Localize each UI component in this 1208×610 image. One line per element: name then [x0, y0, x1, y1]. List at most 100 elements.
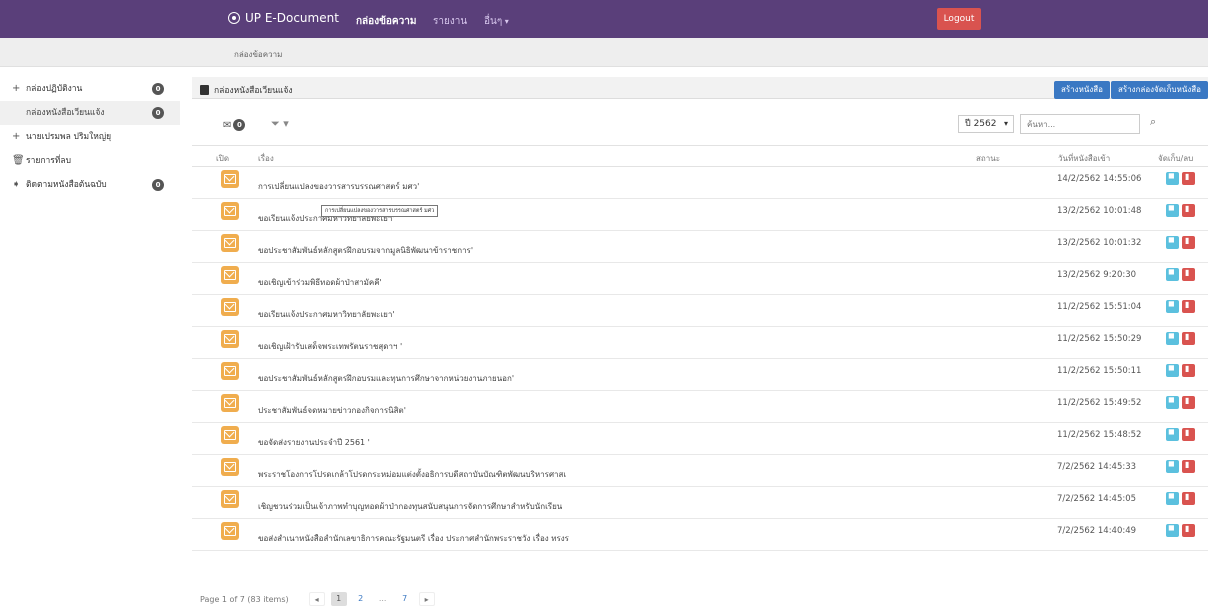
- page-button[interactable]: 2: [353, 592, 369, 606]
- delete-icon[interactable]: [1182, 524, 1195, 537]
- search-icon[interactable]: ⌕: [1150, 115, 1156, 129]
- delete-icon[interactable]: [1182, 396, 1195, 409]
- save-icon[interactable]: [1166, 267, 1179, 281]
- filter-icon[interactable]: ⏷ ▾: [271, 117, 289, 131]
- sidebar-item-label: รายการที่ลบ: [26, 156, 72, 166]
- save-icon[interactable]: [1166, 363, 1179, 377]
- page-button[interactable]: 1: [330, 592, 347, 606]
- sidebar-item-label: กล่องหนังสือเวียนแจ้ง: [26, 108, 105, 118]
- delete-icon[interactable]: [1182, 332, 1195, 345]
- table-row[interactable]: พระราชโองการโปรดเกล้าโปรดกระหม่อมแต่งตั้…: [192, 455, 1208, 487]
- delete-icon[interactable]: [1182, 428, 1195, 441]
- open-envelope-icon[interactable]: [221, 298, 239, 316]
- delete-icon[interactable]: [1182, 300, 1195, 313]
- open-envelope-icon[interactable]: [221, 362, 239, 380]
- search-input[interactable]: [1020, 114, 1140, 134]
- sidebar: + กล่องปฏิบัติงาน 0 กล่องหนังสือเวียนแจ้…: [0, 77, 180, 197]
- sidebar-item-user[interactable]: + นายเปรมพล ปริมใหญ่ยุ: [0, 125, 180, 149]
- save-icon[interactable]: [1166, 427, 1179, 441]
- table-row[interactable]: ขอเชิญเฝ้ารับเสด็จพระเทพรัตนราชสุดาฯ ' 11…: [192, 327, 1208, 359]
- envelope-icon: ✉: [223, 119, 232, 131]
- save-icon[interactable]: [1166, 459, 1179, 473]
- delete-icon[interactable]: [1182, 236, 1195, 249]
- open-envelope-icon[interactable]: [221, 490, 239, 508]
- delete-icon[interactable]: [1182, 268, 1195, 281]
- mail-count[interactable]: ✉ 0: [223, 119, 246, 131]
- open-envelope-icon[interactable]: [221, 202, 239, 220]
- pager-info: Page 1 of 7 (83 items): [200, 594, 289, 604]
- delete-icon[interactable]: [1182, 172, 1195, 185]
- open-envelope-icon[interactable]: [221, 394, 239, 412]
- row-subject[interactable]: ขอประชาสัมพันธ์หลักสูตรฝึกอบรมจากมูลนิธิ…: [258, 244, 473, 257]
- save-icon[interactable]: [1166, 331, 1179, 345]
- row-subject[interactable]: การเปลี่ยนแปลงของวารสารบรรณศาสตร์ มศว': [258, 180, 419, 193]
- save-icon[interactable]: [1166, 523, 1179, 537]
- target-icon: [228, 12, 240, 24]
- page-ellipsis: ...: [378, 594, 387, 603]
- count-badge: 0: [152, 83, 164, 95]
- table-row[interactable]: ขอประชาสัมพันธ์หลักสูตรฝึกอบรมและทุนการศ…: [192, 359, 1208, 391]
- open-envelope-icon[interactable]: [221, 458, 239, 476]
- row-subject[interactable]: ประชาสัมพันธ์จดหมายข่าวกองกิจการนิสิต': [258, 404, 406, 417]
- sidebar-item-deleted[interactable]: 🗑 รายการที่ลบ: [0, 149, 180, 173]
- year-select[interactable]: ปี 2562: [958, 115, 1014, 133]
- delete-icon[interactable]: [1182, 364, 1195, 377]
- table-row[interactable]: เชิญชวนร่วมเป็นเจ้าภาพทำบุญทอดผ้าป่ากองท…: [192, 487, 1208, 519]
- row-subject[interactable]: ขอเชิญเฝ้ารับเสด็จพระเทพรัตนราชสุดาฯ ': [258, 340, 402, 353]
- save-icon[interactable]: [1166, 491, 1179, 505]
- open-envelope-icon[interactable]: [221, 266, 239, 284]
- logout-button[interactable]: Logout: [937, 8, 981, 30]
- save-icon[interactable]: [1166, 171, 1179, 185]
- table-row[interactable]: ประชาสัมพันธ์จดหมายข่าวกองกิจการนิสิต' 11…: [192, 391, 1208, 423]
- create-document-button[interactable]: สร้างหนังสือ: [1054, 81, 1110, 99]
- row-subject[interactable]: ขอเรียนแจ้งประกาศมหาวิทยาลัยพะเยา': [258, 308, 395, 321]
- open-envelope-icon[interactable]: [221, 522, 239, 540]
- sidebar-item-track-original[interactable]: ➧ ติดตามหนังสือต้นฉบับ 0: [0, 173, 180, 197]
- page-button[interactable]: 7: [397, 592, 413, 606]
- row-subject[interactable]: ขอเชิญเข้าร่วมพิธีทอดผ้าป่าสามัคคี': [258, 276, 382, 289]
- row-subject[interactable]: ขอจัดส่งรายงานประจำปี 2561 ': [258, 436, 370, 449]
- row-date: 13/2/2562 10:01:48: [1057, 206, 1142, 216]
- open-envelope-icon[interactable]: [221, 330, 239, 348]
- delete-icon[interactable]: [1182, 204, 1195, 217]
- row-subject[interactable]: ขอประชาสัมพันธ์หลักสูตรฝึกอบรมและทุนการศ…: [258, 372, 514, 385]
- col-header-open: เปิด: [216, 154, 230, 163]
- book-icon: [200, 85, 209, 95]
- breadcrumb-bar: กล่องข้อความ: [0, 38, 1208, 67]
- panel-header: กล่องหนังสือเวียนแจ้ง สร้างหนังสือ สร้าง…: [192, 77, 1208, 99]
- save-icon[interactable]: [1166, 395, 1179, 409]
- table-row[interactable]: ขอเชิญเข้าร่วมพิธีทอดผ้าป่าสามัคคี' 13/2/…: [192, 263, 1208, 295]
- panel-title-label: กล่องหนังสือเวียนแจ้ง: [214, 86, 293, 96]
- sidebar-item-work-box[interactable]: + กล่องปฏิบัติงาน 0: [0, 77, 180, 101]
- table-row[interactable]: ขอเรียนแจ้งประกาศมหาวิทยาลัยพะเยา' 11/2/2…: [192, 295, 1208, 327]
- create-box-button[interactable]: สร้างกล่องจัดเก็บหนังสือ: [1111, 81, 1208, 99]
- row-subject[interactable]: พระราชโองการโปรดเกล้าโปรดกระหม่อมแต่งตั้…: [258, 468, 566, 481]
- sidebar-item-label: ติดตามหนังสือต้นฉบับ: [26, 180, 107, 190]
- open-envelope-icon[interactable]: [221, 426, 239, 444]
- prev-page-button[interactable]: ◂: [308, 592, 325, 606]
- nav-item-more[interactable]: อื่นๆ: [484, 14, 509, 29]
- save-icon[interactable]: [1166, 235, 1179, 249]
- table-row[interactable]: ขอส่งสำเนาหนังสือสำนักเลขาธิการคณะรัฐมนต…: [192, 519, 1208, 551]
- row-subject[interactable]: ขอส่งสำเนาหนังสือสำนักเลขาธิการคณะรัฐมนต…: [258, 532, 569, 545]
- row-date: 11/2/2562 15:48:52: [1057, 430, 1142, 440]
- row-date: 11/2/2562 15:51:04: [1057, 302, 1142, 312]
- delete-icon[interactable]: [1182, 460, 1195, 473]
- table-row[interactable]: ขอจัดส่งรายงานประจำปี 2561 ' 11/2/2562 15…: [192, 423, 1208, 455]
- open-envelope-icon[interactable]: [221, 170, 239, 188]
- save-icon[interactable]: [1166, 203, 1179, 217]
- table-row[interactable]: การเปลี่ยนแปลงของวารสารบรรณศาสตร์ มศว' 14…: [192, 167, 1208, 199]
- next-page-button[interactable]: ▸: [418, 592, 435, 606]
- table-row[interactable]: ขอประชาสัมพันธ์หลักสูตรฝึกอบรมจากมูลนิธิ…: [192, 231, 1208, 263]
- count-badge: 0: [152, 107, 164, 119]
- nav-item-reports[interactable]: รายงาน: [433, 14, 467, 29]
- nav-item-inbox[interactable]: กล่องข้อความ: [356, 14, 416, 29]
- toolbar: ✉ 0 ⏷ ▾ ปี 2562 ⌕: [192, 109, 1208, 141]
- open-envelope-icon[interactable]: [221, 234, 239, 252]
- save-icon[interactable]: [1166, 299, 1179, 313]
- delete-icon[interactable]: [1182, 492, 1195, 505]
- breadcrumb[interactable]: กล่องข้อความ: [234, 48, 282, 61]
- sidebar-item-circular-box[interactable]: กล่องหนังสือเวียนแจ้ง 0: [0, 101, 180, 125]
- row-subject[interactable]: เชิญชวนร่วมเป็นเจ้าภาพทำบุญทอดผ้าป่ากองท…: [258, 500, 562, 513]
- brand[interactable]: UP E-Document: [228, 11, 339, 25]
